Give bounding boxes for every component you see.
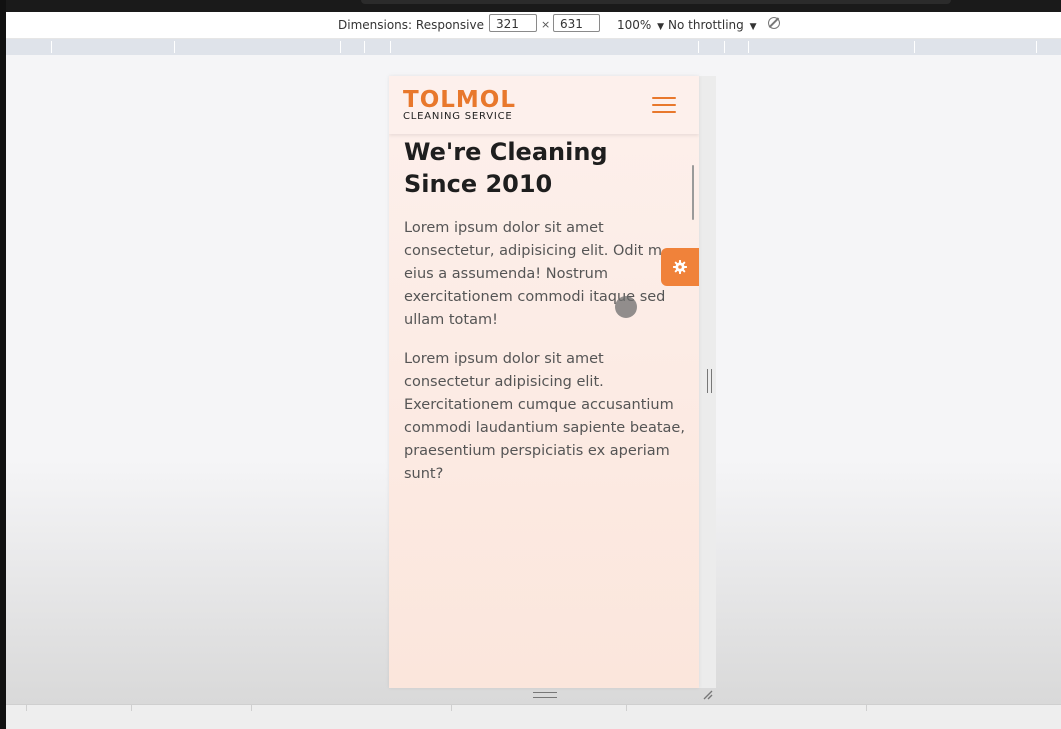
resize-handle-bottom[interactable] bbox=[533, 692, 557, 698]
emulated-page-viewport: TOLMOL CLEANING SERVICE We're Cleaning S… bbox=[389, 76, 699, 688]
ruler-segment[interactable] bbox=[698, 41, 699, 53]
logo-title[interactable]: TOLMOL bbox=[403, 87, 516, 113]
height-input[interactable]: 631 bbox=[553, 14, 600, 32]
cursor-indicator bbox=[615, 296, 637, 318]
throttling-dropdown-arrow-icon: ▼ bbox=[749, 22, 757, 32]
settings-button[interactable] bbox=[661, 248, 699, 286]
zoom-label: 100% bbox=[617, 18, 652, 32]
resize-handle-right[interactable] bbox=[707, 369, 712, 393]
ruler-segment[interactable] bbox=[390, 41, 391, 53]
logo-subtitle: CLEANING SERVICE bbox=[403, 111, 513, 122]
bottom-bar-divider bbox=[451, 705, 452, 711]
hero-heading: We're Cleaning Since 2010 bbox=[404, 138, 608, 198]
throttling-label: No throttling bbox=[668, 18, 744, 32]
ruler-segment[interactable] bbox=[748, 41, 749, 53]
site-header: TOLMOL CLEANING SERVICE bbox=[389, 76, 699, 134]
bottom-bar-divider bbox=[626, 705, 627, 711]
ruler-segment[interactable] bbox=[51, 41, 52, 53]
bottom-bar-divider bbox=[251, 705, 252, 711]
zoom-dropdown[interactable]: 100% ▼ bbox=[617, 18, 664, 32]
width-input[interactable]: 321 bbox=[489, 14, 537, 32]
bottom-bar-divider bbox=[131, 705, 132, 711]
gear-icon bbox=[673, 260, 687, 274]
ruler-segment[interactable] bbox=[914, 41, 915, 53]
page-scrollbar-thumb[interactable] bbox=[692, 165, 694, 220]
devtools-window: Dimensions: Responsive ▼ 321 × 631 100% … bbox=[6, 0, 1061, 729]
ruler-segment[interactable] bbox=[724, 41, 725, 53]
paragraph-1: Lorem ipsum dolor sit amet consectetur, … bbox=[404, 220, 666, 328]
throttling-dropdown[interactable]: No throttling ▼ bbox=[668, 18, 757, 32]
ruler-segment[interactable] bbox=[1036, 41, 1037, 53]
times-sign: × bbox=[541, 18, 551, 31]
menu-bar bbox=[652, 111, 676, 113]
zoom-dropdown-arrow-icon: ▼ bbox=[657, 22, 665, 32]
devtools-bottom-bar bbox=[6, 704, 1061, 729]
ruler-segment[interactable] bbox=[364, 41, 365, 53]
bottom-bar-divider bbox=[866, 705, 867, 711]
hamburger-menu-icon[interactable] bbox=[652, 97, 678, 115]
address-bar-edge bbox=[361, 0, 951, 4]
menu-bar bbox=[652, 104, 676, 106]
rotate-icon[interactable] bbox=[768, 17, 780, 29]
dimensions-dropdown[interactable]: Dimensions: Responsive ▼ bbox=[338, 18, 497, 32]
device-toolbar: Dimensions: Responsive ▼ 321 × 631 100% … bbox=[6, 12, 1061, 39]
ruler-segment[interactable] bbox=[174, 41, 175, 53]
ruler-segment[interactable] bbox=[340, 41, 341, 53]
resize-corner-icon[interactable] bbox=[703, 690, 713, 700]
window-top-bar bbox=[6, 0, 1061, 12]
bottom-bar-divider bbox=[26, 705, 27, 711]
menu-bar bbox=[652, 97, 676, 99]
paragraph-2: Lorem ipsum dolor sit amet consectetur a… bbox=[404, 351, 685, 482]
dimensions-label: Dimensions: Responsive bbox=[338, 18, 484, 32]
media-query-ruler[interactable] bbox=[6, 39, 1061, 55]
